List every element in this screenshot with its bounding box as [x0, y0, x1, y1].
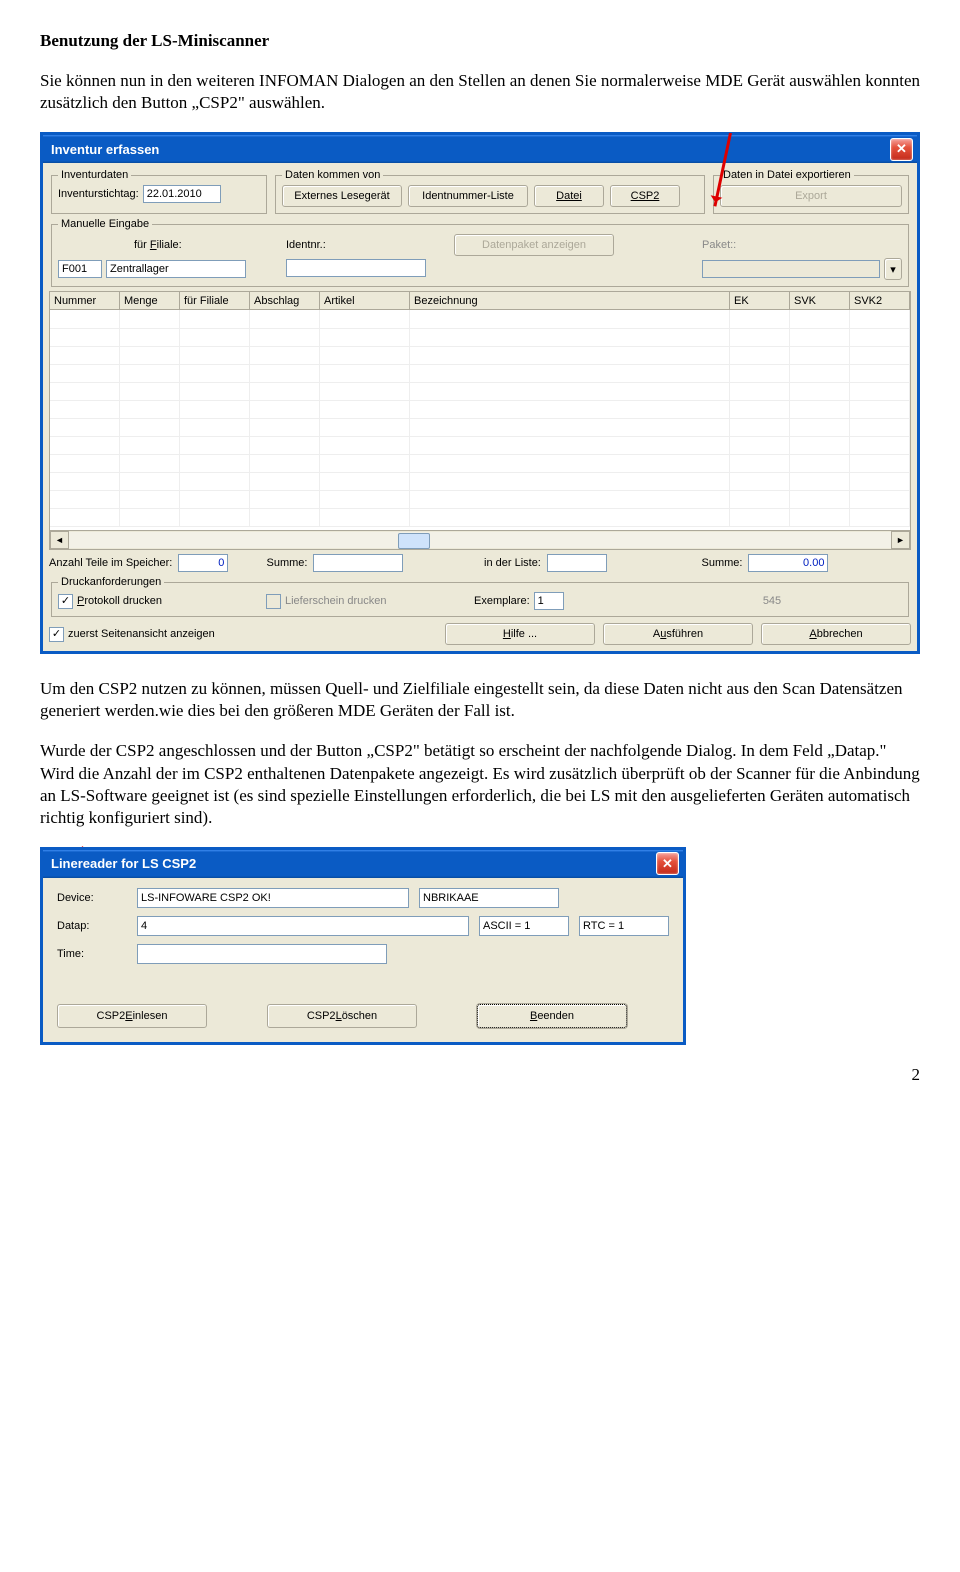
label-545: 545 [642, 595, 902, 607]
col-filiale[interactable]: für Filiale [180, 292, 250, 310]
label-anzahl-teile: Anzahl Teile im Speicher: [49, 557, 172, 569]
group-export: Daten in Datei exportieren Export [713, 169, 909, 214]
table-row [50, 382, 910, 400]
label-datap: Datap: [57, 920, 127, 932]
legend-manuelle: Manuelle Eingabe [58, 218, 152, 230]
window-inventur: Inventur erfassen ✕ Inventurdaten Invent… [40, 132, 920, 654]
table-row [50, 418, 910, 436]
label-stichtag: Inventurstichtag: [58, 188, 139, 200]
group-manuelle-eingabe: Manuelle Eingabe für Filiale: Identnr.: … [51, 218, 909, 287]
col-bezeichnung[interactable]: Bezeichnung [410, 292, 730, 310]
legend-daten: Daten kommen von [282, 169, 383, 181]
legend-export: Daten in Datei exportieren [720, 169, 854, 181]
col-ek[interactable]: EK [730, 292, 790, 310]
button-csp2-einlesen[interactable]: CSP2 Einlesen [57, 1004, 207, 1028]
col-nummer[interactable]: Nummer [50, 292, 120, 310]
table-row [50, 472, 910, 490]
window-linereader: Linereader for LS CSP2 ✕ Device: LS-INFO… [40, 847, 686, 1045]
label-summe1: Summe: [267, 557, 308, 569]
table-row [50, 364, 910, 382]
close-icon[interactable]: ✕ [890, 138, 913, 161]
table-row [50, 436, 910, 454]
label-device: Device: [57, 892, 127, 904]
label-identnr: Identnr.: [286, 239, 326, 251]
input-identnr[interactable] [286, 259, 426, 277]
button-ausfuehren[interactable]: Ausführen [603, 623, 753, 645]
window-title: Inventur erfassen [51, 142, 159, 157]
dropdown-paket[interactable] [702, 260, 880, 278]
input-rtc[interactable]: RTC = 1 [579, 916, 669, 936]
table-header: Nummer Menge für Filiale Abschlag Artike… [50, 292, 910, 310]
checkbox-seitenansicht[interactable]: ✓zuerst Seitenansicht anzeigen [49, 627, 437, 642]
value-summe2: 0.00 [748, 554, 828, 572]
scroll-left-icon[interactable]: ◄ [50, 531, 69, 549]
input-device[interactable]: LS-INFOWARE CSP2 OK! [137, 888, 409, 908]
label-filiale: für Filiale: [134, 239, 182, 251]
label-time: Time: [57, 948, 127, 960]
button-datenpaket: Datenpaket anzeigen [454, 234, 614, 256]
input-stichtag[interactable]: 22.01.2010 [143, 185, 221, 203]
value-anzahl: 0 [178, 554, 228, 572]
page-number: 2 [40, 1065, 920, 1085]
table-row [50, 310, 910, 328]
page-heading: Benutzung der LS-Miniscanner [40, 30, 920, 52]
button-csp2-loeschen[interactable]: CSP2 Löschen [267, 1004, 417, 1028]
table-row [50, 454, 910, 472]
label-exemplare: Exemplare: [474, 595, 530, 607]
scroll-right-icon[interactable]: ► [891, 531, 910, 549]
close-icon[interactable]: ✕ [656, 852, 679, 875]
titlebar-2: Linereader for LS CSP2 ✕ [43, 850, 683, 878]
col-artikel[interactable]: Artikel [320, 292, 410, 310]
group-druck: Druckanforderungen ✓Protokoll drucken Li… [51, 576, 909, 617]
input-datap[interactable]: 4 [137, 916, 469, 936]
label-inliste: in der Liste: [484, 557, 541, 569]
checkbox-protokoll[interactable]: ✓Protokoll drucken [58, 594, 258, 609]
input-time[interactable] [137, 944, 387, 964]
input-user[interactable]: NBRIKAAE [419, 888, 559, 908]
button-identnummer-liste[interactable]: Identnummer-Liste [408, 185, 528, 207]
paragraph-1: Sie können nun in den weiteren INFOMAN D… [40, 70, 920, 114]
col-menge[interactable]: Menge [120, 292, 180, 310]
input-ascii[interactable]: ASCII = 1 [479, 916, 569, 936]
col-abschlag[interactable]: Abschlag [250, 292, 320, 310]
label-paket: Paket:: [702, 239, 736, 251]
titlebar: Inventur erfassen ✕ [43, 135, 917, 163]
table-row [50, 490, 910, 508]
col-svk[interactable]: SVK [790, 292, 850, 310]
window-title-2: Linereader for LS CSP2 [51, 856, 196, 871]
group-daten-kommen-von: Daten kommen von Externes Lesegerät Iden… [275, 169, 705, 214]
data-table: Nummer Menge für Filiale Abschlag Artike… [49, 291, 911, 550]
table-row [50, 508, 910, 526]
button-beenden[interactable]: Beenden [477, 1004, 627, 1028]
legend-druck: Druckanforderungen [58, 576, 164, 588]
value-inliste [547, 554, 607, 572]
value-summe1 [313, 554, 403, 572]
legend-inventurdaten: Inventurdaten [58, 169, 131, 181]
horizontal-scrollbar[interactable]: ◄ ► [50, 530, 910, 549]
label-summe2: Summe: [702, 557, 743, 569]
button-externes-lesegeraet[interactable]: Externes Lesegerät [282, 185, 402, 207]
input-f001[interactable]: F001 [58, 260, 102, 278]
button-datei[interactable]: Datei [534, 185, 604, 207]
table-body [50, 310, 910, 530]
paragraph-3: Wurde der CSP2 angeschlossen und der But… [40, 740, 920, 828]
input-exemplare[interactable]: 1 [534, 592, 564, 610]
button-hilfe[interactable]: Hilfe ... [445, 623, 595, 645]
col-svk2[interactable]: SVK2 [850, 292, 910, 310]
button-export: Export [720, 185, 902, 207]
group-inventurdaten: Inventurdaten Inventurstichtag: 22.01.20… [51, 169, 267, 214]
button-csp2[interactable]: CSP2 [610, 185, 680, 207]
table-row [50, 400, 910, 418]
scroll-thumb[interactable] [398, 533, 430, 549]
paragraph-2: Um den CSP2 nutzen zu können, müssen Que… [40, 678, 920, 722]
table-row [50, 328, 910, 346]
checkbox-lieferschein: Lieferschein drucken [266, 594, 466, 609]
chevron-down-icon[interactable]: ▾ [884, 258, 902, 280]
input-zentrallager[interactable]: Zentrallager [106, 260, 246, 278]
button-abbrechen[interactable]: Abbrechen [761, 623, 911, 645]
table-row [50, 346, 910, 364]
